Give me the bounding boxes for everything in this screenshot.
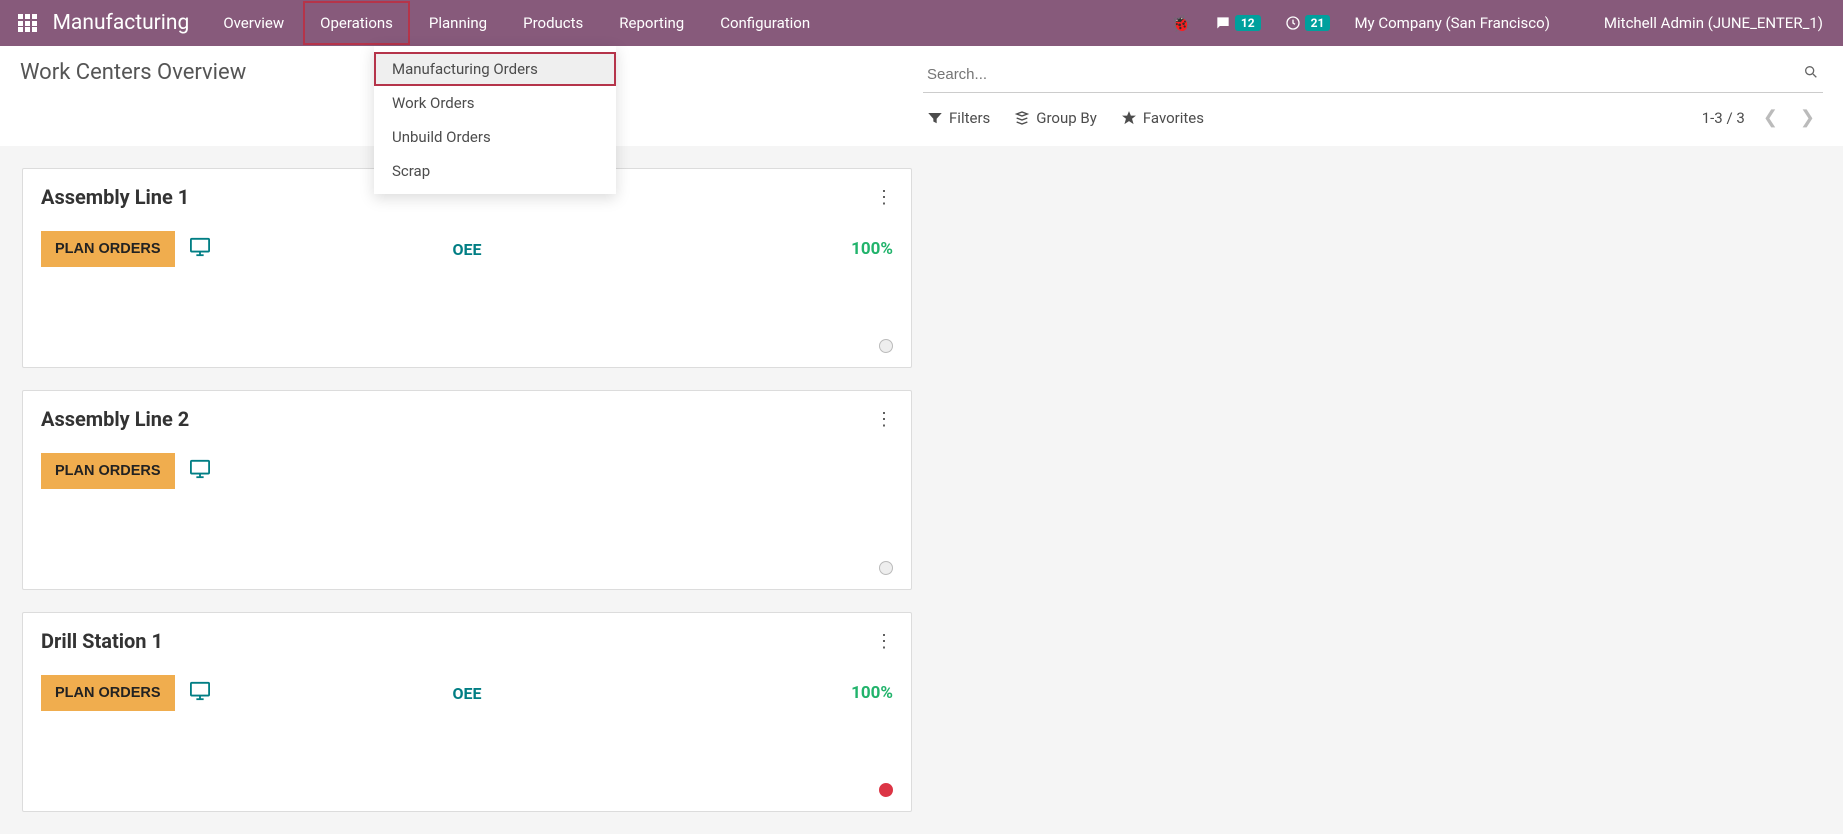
main-navbar: Manufacturing Overview Operations Planni… bbox=[0, 0, 1843, 46]
app-brand[interactable]: Manufacturing bbox=[47, 11, 206, 35]
nav-right: 🐞 12 21 My Company (San Francisco) Mitch… bbox=[1159, 0, 1835, 46]
operations-dropdown: Manufacturing Orders Work Orders Unbuild… bbox=[374, 46, 616, 194]
nav-item-planning[interactable]: Planning bbox=[411, 0, 505, 46]
nav-item-products[interactable]: Products bbox=[505, 0, 601, 46]
monitor-icon[interactable] bbox=[189, 681, 211, 705]
nav-item-reporting[interactable]: Reporting bbox=[601, 0, 702, 46]
dropdown-item-scrap[interactable]: Scrap bbox=[374, 154, 616, 188]
nav-item-configuration[interactable]: Configuration bbox=[702, 0, 828, 46]
status-dot-icon[interactable] bbox=[879, 339, 893, 353]
avatar-icon bbox=[1572, 11, 1596, 35]
search-input[interactable] bbox=[927, 66, 1803, 83]
kanban-col-1: Assembly Line 1 ⋮ PLAN ORDERS OEE 100% A… bbox=[22, 168, 912, 590]
activity-icon[interactable]: 21 bbox=[1273, 0, 1343, 46]
company-switcher[interactable]: My Company (San Francisco) bbox=[1342, 0, 1561, 46]
kanban-view: Assembly Line 1 ⋮ PLAN ORDERS OEE 100% A… bbox=[0, 146, 1843, 834]
card-menu-icon[interactable]: ⋮ bbox=[875, 187, 893, 208]
workcenter-card[interactable]: Assembly Line 1 ⋮ PLAN ORDERS OEE 100% bbox=[22, 168, 912, 368]
plan-orders-button[interactable]: PLAN ORDERS bbox=[41, 231, 175, 267]
oee-value: 100% bbox=[851, 683, 893, 703]
status-dot-icon[interactable] bbox=[879, 561, 893, 575]
pager-prev-icon[interactable]: ❮ bbox=[1759, 107, 1782, 128]
messages-icon[interactable]: 12 bbox=[1203, 0, 1273, 46]
nav-item-operations[interactable]: Operations bbox=[302, 0, 411, 46]
kanban-col-2: Drill Station 1 ⋮ PLAN ORDERS OEE 100% bbox=[22, 612, 912, 812]
status-dot-icon[interactable] bbox=[879, 783, 893, 797]
monitor-icon[interactable] bbox=[189, 237, 211, 261]
plan-orders-button[interactable]: PLAN ORDERS bbox=[41, 675, 175, 711]
card-title: Drill Station 1 bbox=[41, 629, 163, 653]
nav-item-overview[interactable]: Overview bbox=[205, 0, 302, 46]
card-title: Assembly Line 2 bbox=[41, 407, 189, 431]
debug-icon[interactable]: 🐞 bbox=[1159, 0, 1203, 46]
apps-icon[interactable] bbox=[8, 14, 47, 33]
plan-orders-button[interactable]: PLAN ORDERS bbox=[41, 453, 175, 489]
messages-badge: 12 bbox=[1235, 15, 1261, 31]
groupby-label: Group By bbox=[1036, 109, 1097, 127]
card-title: Assembly Line 1 bbox=[41, 185, 189, 209]
pager-next-icon[interactable]: ❯ bbox=[1796, 107, 1819, 128]
dropdown-item-manufacturing-orders[interactable]: Manufacturing Orders bbox=[374, 52, 616, 86]
oee-label: OEE bbox=[452, 684, 481, 703]
filters-button[interactable]: Filters bbox=[927, 109, 990, 127]
user-menu[interactable]: Mitchell Admin (JUNE_ENTER_1) bbox=[1562, 11, 1835, 35]
search-box bbox=[923, 60, 1823, 93]
card-menu-icon[interactable]: ⋮ bbox=[875, 409, 893, 430]
search-toolbar: Filters Group By Favorites 1-3 / 3 ❮ ❯ bbox=[923, 93, 1823, 138]
favorites-label: Favorites bbox=[1143, 109, 1204, 127]
search-icon[interactable] bbox=[1803, 64, 1819, 84]
page-title: Work Centers Overview bbox=[20, 60, 246, 85]
workcenter-card[interactable]: Drill Station 1 ⋮ PLAN ORDERS OEE 100% bbox=[22, 612, 912, 812]
oee-value: 100% bbox=[851, 239, 893, 259]
groupby-button[interactable]: Group By bbox=[1014, 109, 1097, 127]
control-panel: Work Centers Overview Filters Group By F… bbox=[0, 46, 1843, 146]
oee-label: OEE bbox=[452, 240, 481, 259]
monitor-icon[interactable] bbox=[189, 459, 211, 483]
activity-badge: 21 bbox=[1305, 15, 1331, 31]
pager: 1-3 / 3 ❮ ❯ bbox=[1702, 107, 1819, 128]
filters-label: Filters bbox=[949, 109, 990, 127]
dropdown-item-unbuild-orders[interactable]: Unbuild Orders bbox=[374, 120, 616, 154]
user-name: Mitchell Admin (JUNE_ENTER_1) bbox=[1604, 14, 1823, 32]
card-menu-icon[interactable]: ⋮ bbox=[875, 631, 893, 652]
favorites-button[interactable]: Favorites bbox=[1121, 109, 1204, 127]
pager-text: 1-3 / 3 bbox=[1702, 109, 1745, 127]
dropdown-item-work-orders[interactable]: Work Orders bbox=[374, 86, 616, 120]
nav-menu: Overview Operations Planning Products Re… bbox=[205, 0, 828, 46]
workcenter-card[interactable]: Assembly Line 2 ⋮ PLAN ORDERS bbox=[22, 390, 912, 590]
